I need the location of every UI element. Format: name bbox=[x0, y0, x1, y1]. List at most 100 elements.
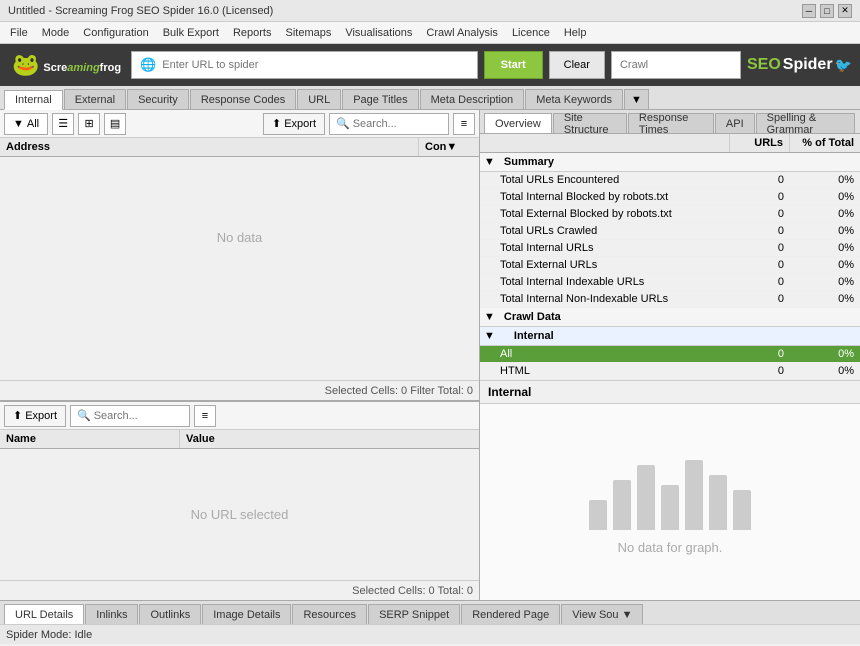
crawl-data-label: Crawl Data bbox=[498, 308, 860, 326]
row-internal-urls: Total Internal URLs 0 0% bbox=[480, 240, 860, 257]
th-value: Value bbox=[180, 430, 479, 448]
overview-table: URLs % of Total ▼ Summary Total URLs Enc… bbox=[480, 134, 860, 380]
menu-mode[interactable]: Mode bbox=[36, 25, 76, 41]
menu-licence[interactable]: Licence bbox=[506, 25, 556, 41]
cell-external-urls-label: Total External URLs bbox=[480, 257, 730, 273]
tab-page-titles[interactable]: Page Titles bbox=[342, 89, 418, 109]
search-box[interactable]: 🔍 bbox=[329, 113, 449, 135]
bottom-search-box[interactable]: 🔍 bbox=[70, 405, 190, 427]
btab-rendered-page[interactable]: Rendered Page bbox=[461, 604, 560, 624]
export-icon: ⬆ bbox=[272, 117, 281, 130]
cell-total-urls-label: Total URLs Encountered bbox=[480, 172, 730, 188]
export-button[interactable]: ⬆ Export bbox=[263, 113, 325, 135]
cell-internal-urls-count: 0 bbox=[730, 240, 790, 256]
clear-button[interactable]: Clear bbox=[549, 51, 605, 79]
btab-url-details[interactable]: URL Details bbox=[4, 604, 84, 624]
options-btn[interactable]: ≡ bbox=[453, 113, 475, 135]
tab-meta-description[interactable]: Meta Description bbox=[420, 89, 525, 109]
menu-help[interactable]: Help bbox=[558, 25, 593, 41]
menu-bulk-export[interactable]: Bulk Export bbox=[157, 25, 225, 41]
otab-site-structure[interactable]: Site Structure bbox=[553, 113, 627, 133]
cell-total-urls: 0 bbox=[730, 172, 790, 188]
url-input-container[interactable]: 🌐 bbox=[131, 51, 478, 79]
internal-arrow[interactable]: ▼ bbox=[480, 327, 498, 345]
summary-arrow[interactable]: ▼ bbox=[480, 153, 498, 171]
crawl-data-arrow[interactable]: ▼ bbox=[480, 308, 498, 326]
cell-urls-crawled-label: Total URLs Crawled bbox=[480, 223, 730, 239]
row-external-blocked: Total External Blocked by robots.txt 0 0… bbox=[480, 206, 860, 223]
th-name: Name bbox=[0, 430, 180, 448]
url-input-field[interactable] bbox=[162, 59, 468, 71]
menu-file[interactable]: File bbox=[4, 25, 34, 41]
minimize-btn[interactable]: ─ bbox=[802, 4, 816, 18]
spider-mode-text: Spider Mode: Idle bbox=[6, 629, 92, 641]
globe-icon: 🌐 bbox=[140, 57, 156, 73]
tab-external[interactable]: External bbox=[64, 89, 126, 109]
summary-label: Summary bbox=[498, 153, 860, 171]
twitter-icon: 🐦 bbox=[835, 57, 852, 74]
bottom-export-btn[interactable]: ⬆ Export bbox=[4, 405, 66, 427]
oth-pct: % of Total bbox=[790, 134, 860, 152]
restore-btn[interactable]: □ bbox=[820, 4, 834, 18]
menu-sitemaps[interactable]: Sitemaps bbox=[279, 25, 337, 41]
crawl-input[interactable] bbox=[611, 51, 741, 79]
bar-2 bbox=[613, 480, 631, 530]
oth-urls: URLs bbox=[730, 134, 790, 152]
spider-mode-bar: Spider Mode: Idle bbox=[0, 624, 860, 644]
otab-response-times[interactable]: Response Times bbox=[628, 113, 714, 133]
no-data-graph: No data for graph. bbox=[618, 540, 723, 555]
search-input[interactable] bbox=[353, 118, 443, 130]
menu-configuration[interactable]: Configuration bbox=[77, 25, 154, 41]
bottom-options-btn[interactable]: ≡ bbox=[194, 405, 216, 427]
menu-reports[interactable]: Reports bbox=[227, 25, 278, 41]
filter-all-label: All bbox=[27, 118, 39, 130]
bar-7 bbox=[733, 490, 751, 530]
view-grid-btn[interactable]: ⊞ bbox=[78, 113, 100, 135]
row-all[interactable]: All 0 0% bbox=[480, 346, 860, 363]
view-list-btn[interactable]: ☰ bbox=[52, 113, 74, 135]
oth-label bbox=[480, 134, 730, 152]
row-indexable-urls: Total Internal Indexable URLs 0 0% bbox=[480, 274, 860, 291]
btab-serp-snippet[interactable]: SERP Snippet bbox=[368, 604, 460, 624]
close-btn[interactable]: ✕ bbox=[838, 4, 852, 18]
start-button[interactable]: Start bbox=[484, 51, 543, 79]
menu-visualisations[interactable]: Visualisations bbox=[339, 25, 418, 41]
cell-non-indexable-label: Total Internal Non-Indexable URLs bbox=[480, 291, 730, 307]
btab-resources[interactable]: Resources bbox=[292, 604, 367, 624]
btab-image-details[interactable]: Image Details bbox=[202, 604, 291, 624]
btab-view-source[interactable]: View Sou ▼ bbox=[561, 604, 643, 624]
title-text: Untitled - Screaming Frog SEO Spider 16.… bbox=[8, 5, 273, 17]
tab-more-btn[interactable]: ▼ bbox=[624, 89, 649, 109]
otab-spelling[interactable]: Spelling & Grammar bbox=[756, 113, 855, 133]
bottom-status: Selected Cells: 0 Total: 0 bbox=[0, 580, 479, 600]
bar-1 bbox=[589, 500, 607, 530]
otab-overview[interactable]: Overview bbox=[484, 113, 552, 133]
toolbar: 🐸 Screamingfrog 🌐 Start Clear SEO Spider… bbox=[0, 44, 860, 86]
cell-html-urls: 0 bbox=[730, 363, 790, 379]
cell-total-urls-pct: 0% bbox=[790, 172, 860, 188]
row-html[interactable]: HTML 0 0% bbox=[480, 363, 860, 380]
seo-text: SEO bbox=[747, 56, 781, 74]
bottom-search-input[interactable] bbox=[94, 410, 184, 422]
view-detail-btn[interactable]: ▤ bbox=[104, 113, 126, 135]
menu-bar: File Mode Configuration Bulk Export Repo… bbox=[0, 22, 860, 44]
cell-internal-blocked-label: Total Internal Blocked by robots.txt bbox=[480, 189, 730, 205]
cell-external-blocked-urls: 0 bbox=[730, 206, 790, 222]
cell-external-blocked-label: Total External Blocked by robots.txt bbox=[480, 206, 730, 222]
otab-api[interactable]: API bbox=[715, 113, 755, 133]
bar-6 bbox=[709, 475, 727, 530]
tab-internal[interactable]: Internal bbox=[4, 90, 63, 110]
filter-icon-btn[interactable]: ▼ All bbox=[4, 113, 48, 135]
btab-outlinks[interactable]: Outlinks bbox=[139, 604, 201, 624]
tab-security[interactable]: Security bbox=[127, 89, 189, 109]
th-content: Con▼ bbox=[419, 138, 479, 156]
btab-inlinks[interactable]: Inlinks bbox=[85, 604, 138, 624]
menu-crawl-analysis[interactable]: Crawl Analysis bbox=[420, 25, 504, 41]
logo-text: Screamingfrog bbox=[43, 55, 121, 76]
cell-urls-crawled-pct: 0% bbox=[790, 223, 860, 239]
tab-meta-keywords[interactable]: Meta Keywords bbox=[525, 89, 623, 109]
tab-url[interactable]: URL bbox=[297, 89, 341, 109]
bar-3 bbox=[637, 465, 655, 530]
tab-response-codes[interactable]: Response Codes bbox=[190, 89, 296, 109]
cell-all-pct: 0% bbox=[790, 346, 860, 362]
